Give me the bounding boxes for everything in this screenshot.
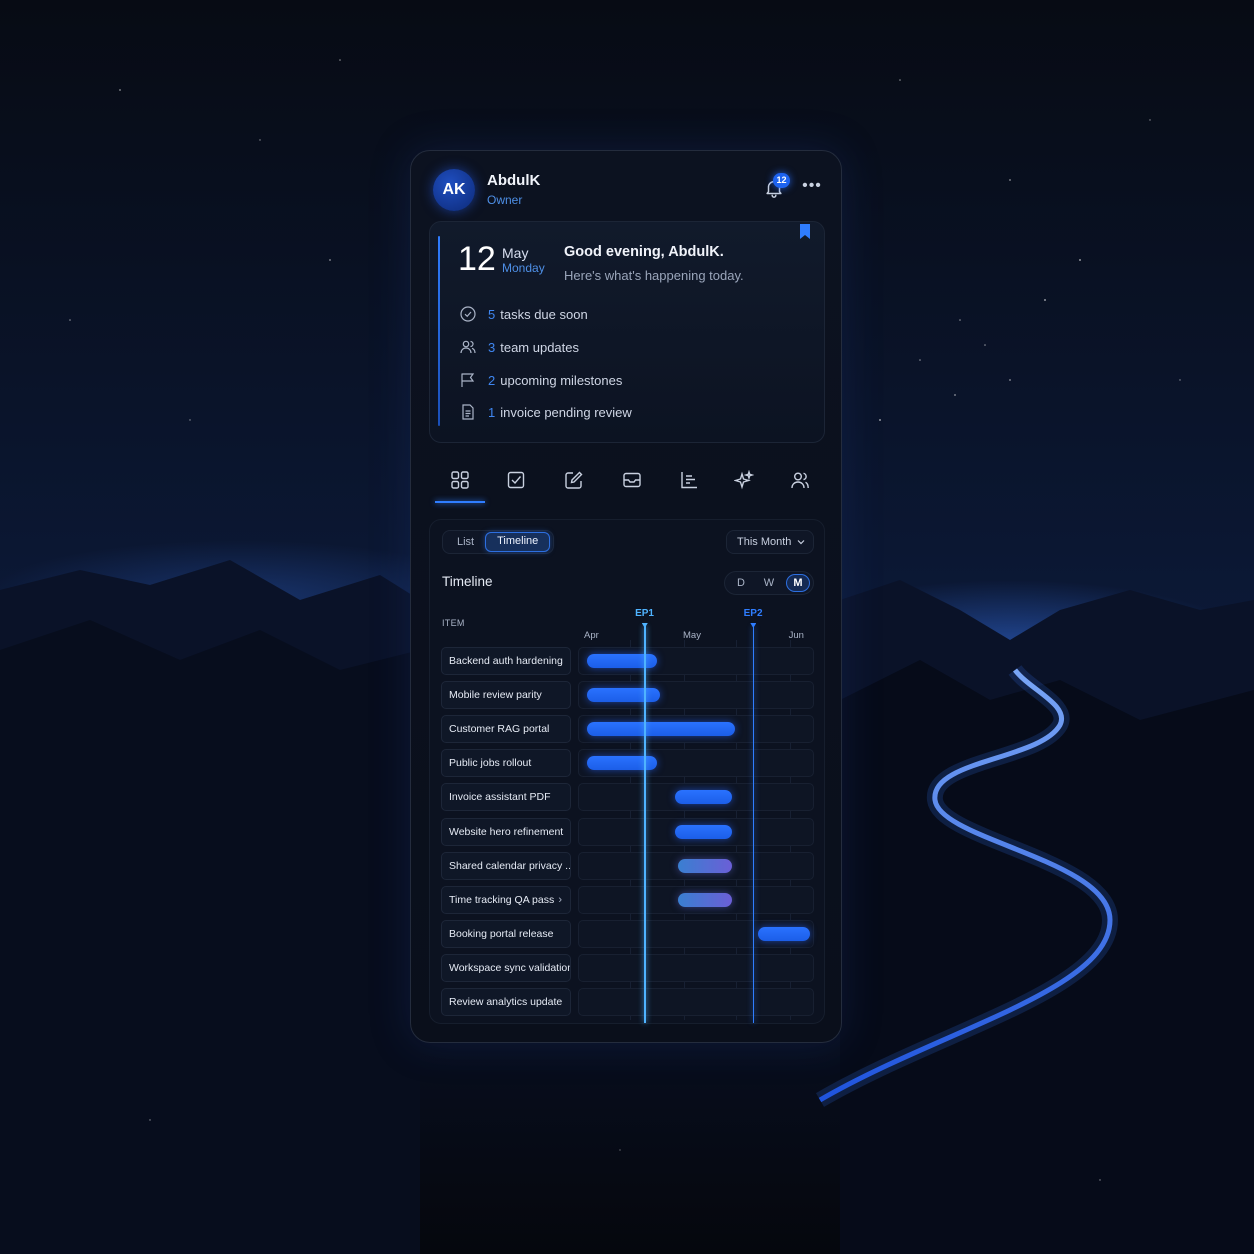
task-name: Public jobs rollout [449, 757, 532, 770]
task-name: Mobile review parity [449, 689, 542, 702]
timeline-title: Timeline [442, 574, 493, 589]
users-icon [460, 340, 476, 354]
more-options-icon[interactable]: ••• [801, 175, 823, 197]
summary-item-invoice[interactable]: 1 invoice pending review [460, 402, 632, 422]
task-row-label[interactable]: Website hero refinement [441, 817, 571, 846]
active-tab-indicator [435, 501, 485, 503]
task-bar[interactable] [586, 756, 658, 771]
milestone-line [644, 626, 646, 1023]
greeting-subtitle: Here's what's happening today. [564, 268, 744, 283]
date-day: 12 [458, 240, 496, 278]
task-row-label[interactable]: Public jobs rollout [441, 749, 571, 778]
task-row-label[interactable]: Review analytics update [441, 988, 571, 1016]
timeline-card: List Timeline This Month Timeline D W M … [429, 519, 825, 1024]
task-name: Review analytics update [449, 996, 563, 1008]
task-name: Shared calendar privacy ... [449, 859, 571, 872]
nav-tasks[interactable] [501, 465, 531, 495]
edit-icon [565, 471, 583, 489]
task-name: Backend auth hardening [449, 655, 563, 667]
greeting: Good evening, AbdulK. [564, 244, 724, 260]
task-row-label[interactable]: Workspace sync validation [441, 953, 571, 982]
month-label: May [683, 630, 701, 641]
chart-icon [681, 472, 697, 489]
date-weekday: Monday [502, 261, 545, 275]
nav-inbox[interactable] [617, 465, 647, 495]
task-bar[interactable] [675, 824, 733, 839]
dashboard-panel: AK AbdulK Owner 12 ••• 12 May Monday Goo… [410, 150, 842, 1043]
task-row-label[interactable]: Backend auth hardening [441, 647, 571, 675]
task-row-label[interactable]: Customer RAG portal [441, 715, 571, 744]
task-name: Time tracking QA pass [449, 893, 555, 906]
task-bar[interactable] [675, 790, 733, 805]
nav-team[interactable] [785, 465, 815, 495]
nav-reports[interactable] [674, 465, 704, 495]
milestone-marker-icon [750, 623, 757, 628]
summary-item-updates[interactable]: 3 team updates [460, 337, 579, 357]
task-name: Workspace sync validation [449, 961, 571, 974]
task-name: Booking portal release [449, 927, 554, 940]
nav-dashboard[interactable] [445, 465, 475, 495]
task-row-label[interactable]: Booking portal release [441, 919, 571, 948]
task-name: Website hero refinement [449, 825, 564, 838]
grid-icon [451, 471, 469, 489]
flag-icon [461, 373, 475, 387]
milestone-line [752, 626, 755, 1023]
task-row-track [578, 988, 814, 1016]
summary-item-text: team updates [500, 339, 580, 355]
document-icon [462, 404, 474, 420]
bookmark-icon[interactable] [800, 224, 810, 239]
sparkle-icon [734, 470, 754, 490]
avatar[interactable]: AK [433, 169, 475, 211]
scale-week[interactable]: W [757, 574, 781, 592]
task-bar[interactable] [586, 688, 660, 703]
task-bar[interactable] [586, 654, 658, 668]
summary-item-milestones[interactable]: 2 upcoming milestones [460, 370, 622, 390]
chevron-right-icon[interactable]: › [558, 887, 562, 913]
daily-summary-card: 12 May Monday Good evening, AbdulK. Here… [429, 221, 825, 443]
task-row-label[interactable]: Mobile review parity [441, 681, 571, 710]
item-column-header: ITEM [442, 618, 465, 628]
task-name: Invoice assistant PDF [449, 791, 551, 804]
user-role: Owner [487, 193, 523, 207]
summary-item-text: tasks due soon [500, 306, 588, 322]
task-row-label[interactable]: Invoice assistant PDF [441, 783, 571, 812]
month-label: Apr [584, 630, 599, 641]
milestone-label[interactable]: EP1 [635, 608, 654, 619]
checkbox-icon [507, 471, 525, 489]
nav-notes[interactable] [559, 465, 589, 495]
task-bar[interactable] [677, 892, 733, 907]
scale-day[interactable]: D [729, 574, 753, 592]
chevron-down-icon [797, 540, 805, 545]
nav-ai[interactable] [729, 465, 759, 495]
date-month: May [502, 245, 529, 261]
summary-item-text: upcoming milestones [500, 372, 623, 388]
milestone-label[interactable]: EP2 [744, 608, 763, 619]
summary-item-text: invoice pending review [500, 404, 632, 420]
summary-item-tasks[interactable]: 5 tasks due soon [460, 304, 588, 324]
task-bar[interactable] [586, 722, 735, 737]
task-row-track [578, 953, 814, 982]
range-select[interactable]: This Month [726, 530, 814, 554]
milestone-marker-icon [641, 623, 648, 628]
task-name: Customer RAG portal [449, 723, 550, 736]
tab-list[interactable]: List [446, 533, 485, 551]
task-row-label[interactable]: Time tracking QA pass › [441, 885, 571, 914]
inbox-icon [623, 472, 641, 488]
view-toggle: List Timeline [442, 530, 555, 554]
user-name: AbdulK [487, 172, 541, 189]
users-icon [791, 472, 809, 489]
check-circle-icon [460, 306, 476, 322]
scale-month[interactable]: M [786, 574, 810, 592]
accent-line [438, 236, 440, 426]
task-row-label[interactable]: Shared calendar privacy ... [441, 851, 571, 880]
scale-toggle: D W M [724, 571, 814, 595]
profile-header: AK AbdulK Owner 12 ••• [411, 151, 841, 221]
task-bar[interactable] [677, 858, 733, 873]
task-bar[interactable] [757, 926, 810, 941]
notification-badge: 12 [773, 173, 790, 188]
section-nav [429, 455, 825, 503]
tab-timeline[interactable]: Timeline [485, 532, 551, 552]
range-select-value: This Month [737, 536, 792, 548]
